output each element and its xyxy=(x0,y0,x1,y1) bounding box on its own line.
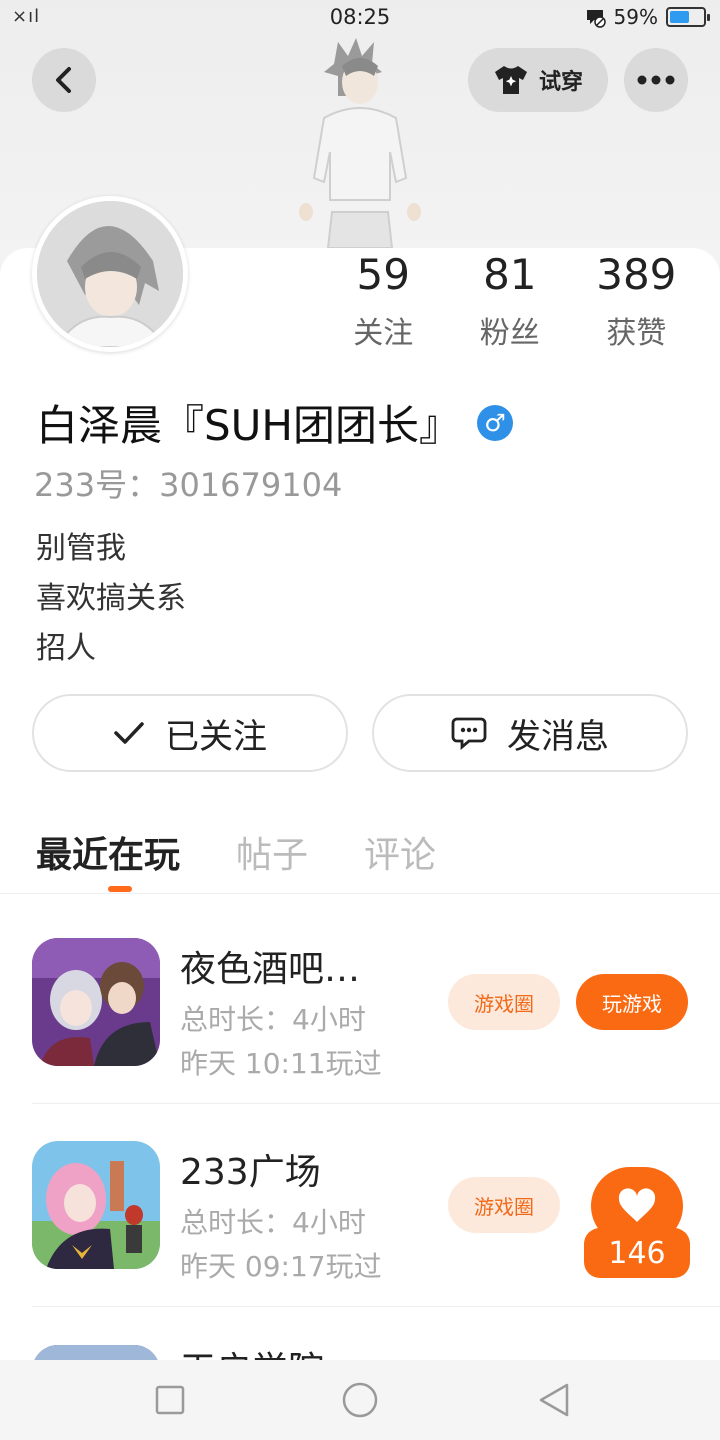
play-game-button[interactable]: 玩游戏 xyxy=(576,974,688,1030)
game-list-item[interactable]: 夜色酒吧… 总时长：4小时 昨天 10:11玩过 游戏圈 玩游戏 xyxy=(0,902,720,1104)
do-not-disturb-icon xyxy=(586,10,606,28)
game-title: 夜色酒吧… xyxy=(180,949,361,990)
recent-apps-button[interactable] xyxy=(148,1378,192,1422)
followers-count: 81 xyxy=(483,250,537,299)
tab-recently-played[interactable]: 最近在玩 xyxy=(36,826,180,878)
game-icon xyxy=(32,938,160,1066)
send-message-button[interactable]: 发消息 xyxy=(372,694,688,772)
profile-stats: 59 关注 81 粉丝 389 获赞 xyxy=(320,250,700,352)
character-model-image xyxy=(292,36,428,249)
like-count: 146 xyxy=(584,1228,690,1278)
followed-button[interactable]: 已关注 xyxy=(32,694,348,772)
status-right: 59% xyxy=(584,5,710,29)
game-icon xyxy=(32,1345,160,1360)
tab-divider xyxy=(0,893,720,894)
nickname-text: 白泽晨『SUH团团长』 xyxy=(36,401,461,450)
tab-comments[interactable]: 评论 xyxy=(364,826,436,878)
likes-label: 获赞 xyxy=(606,316,667,351)
game-circle-button[interactable]: 游戏圈 xyxy=(448,1177,560,1233)
followed-label: 已关注 xyxy=(165,716,267,757)
triangle-back-icon xyxy=(539,1383,569,1417)
checkmark-icon xyxy=(114,722,144,744)
profile-nickname: 白泽晨『SUH团团长』 ♂ xyxy=(36,392,513,453)
heart-icon xyxy=(618,1188,656,1222)
game-icon xyxy=(32,1141,160,1269)
likes-stat[interactable]: 389 获赞 xyxy=(573,250,700,352)
battery-fill xyxy=(670,11,689,23)
chevron-left-icon xyxy=(56,67,71,93)
game-last-played: 昨天 10:11玩过 xyxy=(180,1047,382,1080)
followers-label: 粉丝 xyxy=(479,316,540,351)
game-title: 天启学院… xyxy=(180,1341,360,1360)
try-on-label: 试穿 xyxy=(538,70,583,95)
battery-icon xyxy=(666,7,710,27)
chat-bubble-icon xyxy=(451,717,487,750)
likes-count: 389 xyxy=(596,250,677,299)
following-count: 59 xyxy=(356,250,410,299)
game-duration: 总时长：4小时 xyxy=(180,1206,366,1239)
male-gender-icon: ♂ xyxy=(476,404,513,441)
tab-posts[interactable]: 帖子 xyxy=(236,826,308,878)
more-dots-icon xyxy=(637,75,675,85)
bio-line: 别管我 xyxy=(36,531,126,566)
following-label: 关注 xyxy=(353,316,414,351)
circle-icon xyxy=(342,1382,378,1418)
status-bar: ×ıl 08:25 59% xyxy=(0,0,720,36)
game-duration: 总时长：4小时 xyxy=(180,1003,366,1036)
try-on-button[interactable]: 试穿 xyxy=(468,48,608,112)
followers-stat[interactable]: 81 粉丝 xyxy=(447,250,574,352)
game-meta: 总时长：4小时 昨天 10:11玩过 xyxy=(180,998,382,1086)
bio-line: 喜欢搞关系 xyxy=(36,581,186,616)
floating-like-widget[interactable]: 146 xyxy=(584,1164,690,1278)
back-button[interactable] xyxy=(32,48,96,112)
game-list-item[interactable]: 天启学院… xyxy=(0,1307,720,1360)
more-options-button[interactable] xyxy=(624,48,688,112)
square-icon xyxy=(155,1385,185,1415)
tshirt-icon xyxy=(494,66,527,94)
avatar[interactable] xyxy=(32,196,188,352)
game-meta: 总时长：4小时 昨天 09:17玩过 xyxy=(180,1201,382,1289)
profile-tabs: 最近在玩 帖子 评论 xyxy=(36,826,436,878)
user-id: 233号：301679104 xyxy=(34,466,343,504)
send-message-label: 发消息 xyxy=(507,716,609,757)
row-divider xyxy=(32,1103,720,1104)
active-tab-indicator xyxy=(108,886,132,892)
system-navigation-bar xyxy=(0,1360,720,1440)
bio-line: 招人 xyxy=(36,631,96,666)
battery-percent: 59% xyxy=(613,5,658,29)
game-last-played: 昨天 09:17玩过 xyxy=(180,1250,382,1283)
game-circle-button[interactable]: 游戏圈 xyxy=(448,974,560,1030)
back-nav-button[interactable] xyxy=(532,1378,576,1422)
following-stat[interactable]: 59 关注 xyxy=(320,250,447,352)
profile-bio: 别管我 喜欢搞关系 招人 xyxy=(36,524,186,674)
home-button[interactable] xyxy=(338,1378,382,1422)
game-title: 233广场 xyxy=(180,1152,321,1193)
